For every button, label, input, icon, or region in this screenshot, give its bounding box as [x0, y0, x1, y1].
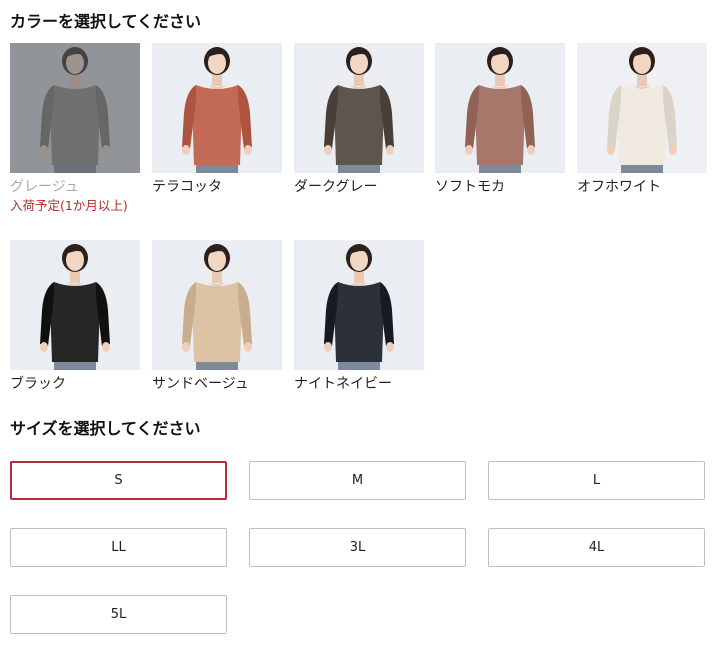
color-swatch-greige[interactable]: グレージュ 入荷予定(1か月以上): [10, 43, 140, 214]
color-swatch-black[interactable]: ブラック: [10, 240, 140, 393]
model-photo: [324, 47, 394, 173]
color-thumbnail: [152, 43, 282, 173]
color-name: サンドベージュ: [152, 376, 249, 392]
color-thumbnail: [294, 43, 424, 173]
stock-status-note: 入荷予定(1か月以上): [10, 198, 128, 213]
size-button-s[interactable]: S: [10, 461, 227, 500]
color-name: ダークグレー: [294, 179, 378, 195]
size-button-3l[interactable]: 3L: [249, 528, 466, 567]
size-button-l[interactable]: L: [488, 461, 705, 500]
color-swatch-soft-mocha[interactable]: ソフトモカ: [435, 43, 565, 196]
size-button-4l[interactable]: 4L: [488, 528, 705, 567]
color-thumbnail: [152, 240, 282, 370]
model-photo: [182, 47, 252, 173]
color-name: テラコッタ: [152, 179, 222, 195]
color-section-title: カラーを選択してください: [10, 12, 202, 31]
size-section-title: サイズを選択してください: [10, 419, 201, 438]
size-button-m[interactable]: M: [249, 461, 466, 500]
color-thumbnail: [294, 240, 424, 370]
color-name: ブラック: [10, 376, 66, 392]
out-of-stock-overlay: [10, 43, 140, 173]
model-photo: [324, 244, 394, 370]
color-thumbnail: [435, 43, 565, 173]
color-name: ソフトモカ: [435, 179, 505, 195]
color-name: グレージュ: [10, 179, 79, 195]
model-photo: [465, 47, 535, 173]
size-button-5l[interactable]: 5L: [10, 595, 227, 634]
model-photo: [40, 244, 110, 370]
color-swatch-dark-gray[interactable]: ダークグレー: [294, 43, 424, 196]
size-button-ll[interactable]: LL: [10, 528, 227, 567]
color-thumbnail: [10, 240, 140, 370]
color-swatch-off-white[interactable]: オフホワイト: [577, 43, 707, 196]
color-thumbnail: [577, 43, 707, 173]
model-photo: [182, 244, 252, 370]
color-swatch-sand-beige[interactable]: サンドベージュ: [152, 240, 282, 393]
color-name: オフホワイト: [577, 179, 661, 195]
color-swatch-night-navy[interactable]: ナイトネイビー: [294, 240, 424, 393]
color-name: ナイトネイビー: [294, 376, 392, 392]
model-photo: [607, 47, 677, 173]
color-thumbnail: [10, 43, 140, 173]
color-swatch-terracotta[interactable]: テラコッタ: [152, 43, 282, 196]
